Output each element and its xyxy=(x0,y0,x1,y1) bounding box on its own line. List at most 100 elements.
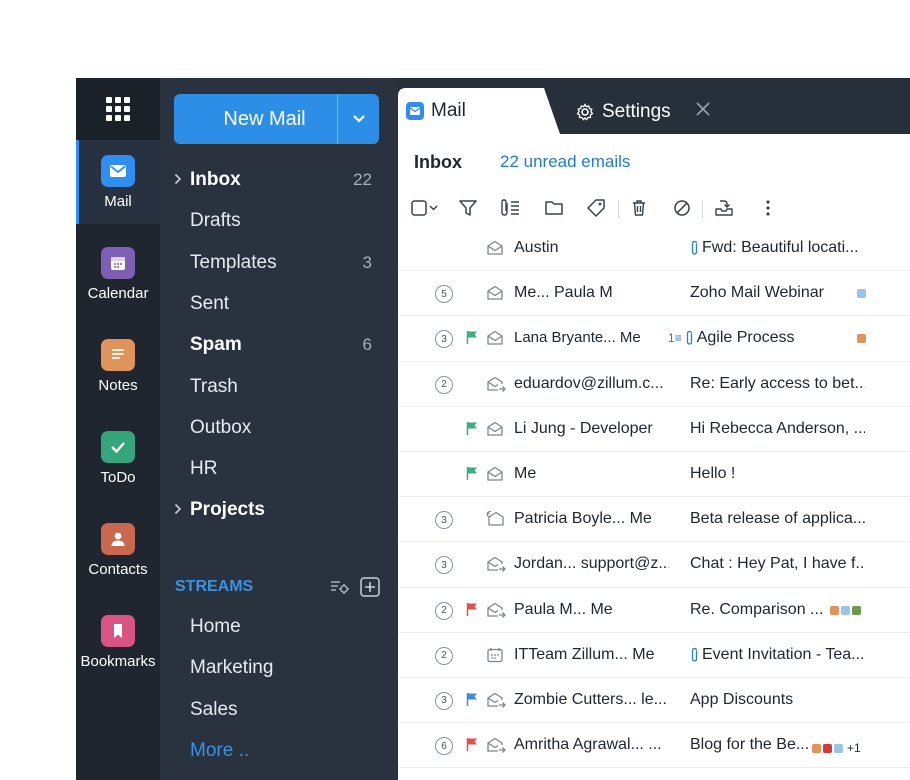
filter-button[interactable] xyxy=(456,196,480,220)
stream-sales[interactable]: Sales xyxy=(190,692,380,728)
email-sender: ITTeam Zillum... Me xyxy=(514,645,655,663)
mail-toolbar xyxy=(398,190,910,226)
rail-item-label: ToDo xyxy=(100,468,136,486)
tab-bar: Mail Settings xyxy=(398,78,910,134)
flag-icon[interactable] xyxy=(466,466,478,481)
folder-count: 22 xyxy=(353,170,372,189)
attachment-icon xyxy=(691,647,698,662)
chevron-right-icon[interactable] xyxy=(174,503,182,515)
email-subject: Zoho Mail Webinar xyxy=(690,284,824,302)
email-sender: Patricia Boyle... Me xyxy=(514,510,652,528)
tab-mail[interactable]: Mail xyxy=(398,88,560,134)
add-stream-icon[interactable] xyxy=(360,577,380,597)
email-row[interactable]: Li Jung - Developer Hi Rebecca Anderson, … xyxy=(398,407,910,452)
email-row[interactable]: Austin Fwd: Beautiful locati... xyxy=(398,226,910,272)
email-subject: Chat : Hey Pat, I have f... xyxy=(690,555,865,573)
folder-pane: New Mail Inbox 22 Drafts Templates 3 Sent Spam… xyxy=(160,78,398,780)
envelope-reply-icon xyxy=(486,510,506,533)
new-mail-dropdown[interactable] xyxy=(337,94,379,144)
flag-icon[interactable] xyxy=(466,737,478,752)
email-sender: Lana Bryante... Me xyxy=(514,329,641,347)
folder-spam[interactable]: Spam 6 xyxy=(190,327,380,363)
flag-icon[interactable] xyxy=(466,421,478,436)
thread-count-badge: 2 xyxy=(435,375,453,394)
rail-item-mail[interactable]: Mail xyxy=(76,140,160,224)
stream-home[interactable]: Home xyxy=(190,609,380,645)
folder-label: Drafts xyxy=(190,210,241,232)
folder-templates[interactable]: Templates 3 xyxy=(190,245,380,281)
tab-settings[interactable]: Settings xyxy=(576,96,671,128)
thread-number: 1 xyxy=(668,331,675,346)
envelope-forward-icon xyxy=(486,375,506,398)
flag-icon[interactable] xyxy=(466,330,478,345)
email-row[interactable]: 3 Lana Bryante... Me 1≡ Agile Process xyxy=(398,316,910,362)
more-streams-link[interactable]: More .. xyxy=(190,733,380,769)
unread-count-link[interactable]: 22 unread emails xyxy=(500,152,630,172)
thread-count-badge: 5 xyxy=(435,285,453,304)
folder-outbox[interactable]: Outbox xyxy=(190,410,380,446)
folder-sent[interactable]: Sent xyxy=(190,286,380,322)
close-icon[interactable] xyxy=(696,102,710,116)
new-mail-button[interactable]: New Mail xyxy=(174,94,379,144)
rail-item-bookmarks[interactable]: Bookmarks xyxy=(76,600,160,684)
folder-label: Templates xyxy=(190,251,277,273)
stream-settings-icon[interactable] xyxy=(330,578,350,596)
checkbox-icon xyxy=(411,200,438,216)
chevron-right-icon[interactable] xyxy=(174,173,182,185)
toolbar-divider xyxy=(618,200,619,218)
rail-item-calendar[interactable]: Calendar xyxy=(76,232,160,316)
thread-count-badge: 2 xyxy=(435,601,453,620)
folder-trash[interactable]: Trash xyxy=(190,369,380,405)
email-row[interactable]: 2 eduardov@zillum.c... Re: Early access to… xyxy=(398,362,910,407)
email-row[interactable]: 3 Patricia Boyle... Me Beta release of app… xyxy=(398,497,910,543)
tag-color xyxy=(830,605,839,615)
email-row[interactable]: 3 Jordan... support@z... Chat : Hey Pat, I… xyxy=(398,542,910,588)
envelope-open-icon xyxy=(486,420,504,443)
attachment-filter-button[interactable] xyxy=(498,196,522,220)
email-tags: +1 xyxy=(812,741,861,755)
gear-icon xyxy=(576,103,594,121)
folder-projects[interactable]: Projects xyxy=(174,492,380,528)
stream-marketing[interactable]: Marketing xyxy=(190,650,380,686)
email-row[interactable]: 6 Amritha Agrawal... ... Blog for the Be..… xyxy=(398,723,910,769)
email-row[interactable]: 3 Zombie Cutters... le... App Discounts xyxy=(398,678,910,724)
folder-drafts[interactable]: Drafts xyxy=(190,203,380,239)
rail-item-todo[interactable]: ToDo xyxy=(76,416,160,500)
rail-item-contacts[interactable]: Contacts xyxy=(76,508,160,592)
email-row[interactable]: Me Hello ! xyxy=(398,452,910,498)
archive-button[interactable] xyxy=(712,196,736,220)
attachment-icon xyxy=(686,331,692,346)
envelope-forward-icon xyxy=(486,736,506,759)
move-to-folder-button[interactable] xyxy=(542,196,566,220)
email-sender: Zombie Cutters... le... xyxy=(514,690,667,708)
thread-count-badge: 3 xyxy=(435,691,453,710)
tab-mail-label: Mail xyxy=(431,100,466,121)
flag-icon[interactable] xyxy=(466,602,478,617)
rail-item-notes[interactable]: Notes xyxy=(76,324,160,408)
archive-icon xyxy=(715,200,733,216)
tag-color xyxy=(812,743,821,753)
tag-color xyxy=(857,289,866,299)
tag-button[interactable] xyxy=(584,196,608,220)
grid-icon xyxy=(106,97,130,121)
email-row[interactable]: 2 ITTeam Zillum... Me Event Invitation - T… xyxy=(398,633,910,678)
flag-icon[interactable] xyxy=(466,692,478,707)
rail-item-label: Mail xyxy=(104,192,132,210)
email-subject: Re. Comparison ... xyxy=(690,600,824,618)
email-row[interactable]: 2 Paula M... Me Re. Comparison ... xyxy=(398,588,910,633)
spam-button[interactable] xyxy=(670,196,694,220)
folder-label: Spam xyxy=(190,334,242,356)
folder-count: 3 xyxy=(362,252,372,272)
select-all-checkbox[interactable] xyxy=(410,196,442,220)
more-actions-button[interactable] xyxy=(756,196,780,220)
email-row[interactable]: 5 Me... Paula M Zoho Mail Webinar xyxy=(398,271,910,317)
email-sender: Jordan... support@z... xyxy=(514,555,669,573)
app-launcher-button[interactable] xyxy=(76,78,160,140)
folder-hr[interactable]: HR xyxy=(190,451,380,487)
rail-item-label: Contacts xyxy=(88,560,148,578)
email-subject: Blog for the Be... xyxy=(690,736,810,754)
tag-color xyxy=(857,334,866,344)
delete-button[interactable] xyxy=(627,196,651,220)
folder-inbox[interactable]: Inbox 22 xyxy=(174,162,380,198)
tag-color xyxy=(823,743,832,753)
